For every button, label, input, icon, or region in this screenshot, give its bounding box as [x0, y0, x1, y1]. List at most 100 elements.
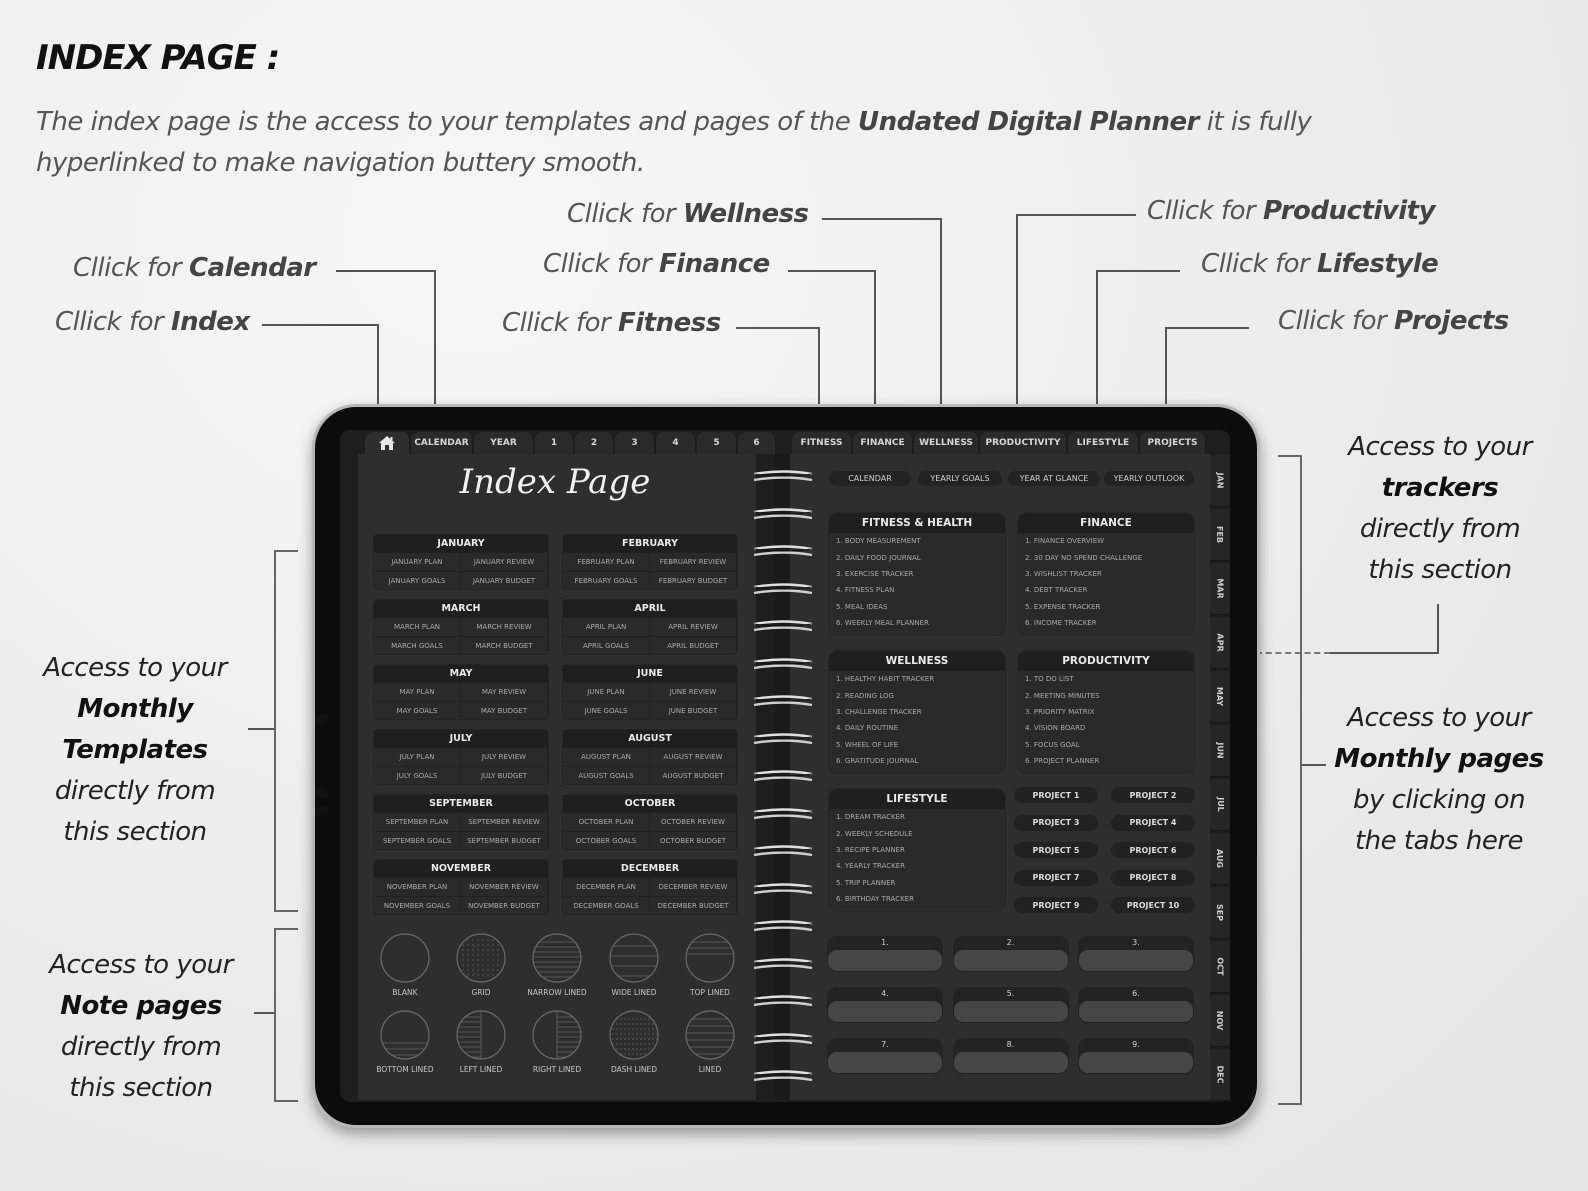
- tracker-header[interactable]: LIFESTYLE: [829, 789, 1005, 809]
- tracker-item[interactable]: 3. PRIORITY MATRIX: [1018, 704, 1194, 720]
- tracker-item[interactable]: 6. WEEKLY MEAL PLANNER: [829, 615, 1005, 631]
- month-link[interactable]: MARCH GOALS: [374, 636, 461, 654]
- note-template-narrow[interactable]: NARROW LINED: [522, 932, 592, 997]
- tracker-item[interactable]: 5. MEAL IDEAS: [829, 599, 1005, 615]
- tracker-item[interactable]: 5. EXPENSE TRACKER: [1018, 599, 1194, 615]
- month-link[interactable]: OCTOBER BUDGET: [650, 831, 737, 849]
- tab-calendar[interactable]: CALENDAR: [411, 432, 473, 454]
- quick-link-yearly-goals[interactable]: YEARLY GOALS: [918, 471, 1002, 486]
- note-template-blank[interactable]: BLANK: [370, 932, 440, 997]
- tracker-header[interactable]: PRODUCTIVITY: [1018, 651, 1194, 671]
- month-link[interactable]: MARCH BUDGET: [461, 636, 548, 654]
- project-button[interactable]: PROJECT 4: [1111, 814, 1195, 831]
- month-tab-apr[interactable]: APR: [1210, 617, 1230, 669]
- tracker-item[interactable]: 3. RECIPE PLANNER: [829, 842, 1005, 858]
- quick-slot[interactable]: 9.: [1078, 1038, 1194, 1074]
- tracker-item[interactable]: 4. VISION BOARD: [1018, 720, 1194, 736]
- quick-slot[interactable]: 5.: [952, 987, 1069, 1023]
- tracker-item[interactable]: 1. FINANCE OVERVIEW: [1018, 533, 1194, 549]
- tracker-item[interactable]: 4. FITNESS PLAN: [829, 582, 1005, 598]
- month-link[interactable]: MAY PLAN: [374, 682, 461, 701]
- tracker-item[interactable]: 5. WHEEL OF LIFE: [829, 737, 1005, 753]
- slot-field[interactable]: [828, 1001, 942, 1022]
- month-link[interactable]: FEBRUARY REVIEW: [650, 552, 737, 571]
- month-tab-nov[interactable]: NOV: [1210, 995, 1230, 1047]
- tracker-item[interactable]: 2. WEEKLY SCHEDULE: [829, 825, 1005, 841]
- tab-year[interactable]: YEAR: [474, 432, 534, 454]
- tab-6[interactable]: 6: [738, 432, 776, 454]
- slot-field[interactable]: [953, 1001, 1068, 1022]
- project-button[interactable]: PROJECT 6: [1111, 842, 1195, 858]
- month-link[interactable]: DECEMBER PLAN: [563, 877, 650, 896]
- slot-field[interactable]: [828, 1052, 942, 1073]
- month-link[interactable]: AUGUST PLAN: [563, 747, 650, 766]
- note-template-grid[interactable]: GRID: [446, 932, 516, 997]
- month-tab-jun[interactable]: JUN: [1210, 725, 1230, 777]
- month-link[interactable]: NOVEMBER REVIEW: [461, 877, 548, 896]
- tracker-item[interactable]: 5. FOCUS GOAL: [1018, 737, 1194, 753]
- month-link[interactable]: JANUARY REVIEW: [461, 552, 548, 571]
- tracker-header[interactable]: WELLNESS: [829, 651, 1005, 671]
- month-tab-may[interactable]: MAY: [1210, 671, 1230, 723]
- month-link[interactable]: NOVEMBER PLAN: [374, 877, 461, 896]
- month-tab-feb[interactable]: FEB: [1210, 509, 1230, 561]
- quick-slot[interactable]: 3.: [1078, 936, 1194, 972]
- tracker-item[interactable]: 6. INCOME TRACKER: [1018, 615, 1194, 631]
- tracker-item[interactable]: 6. BIRTHDAY TRACKER: [829, 891, 1005, 907]
- month-tab-dec[interactable]: DEC: [1210, 1049, 1230, 1101]
- tracker-item[interactable]: 2. READING LOG: [829, 687, 1005, 703]
- tracker-item[interactable]: 5. TRIP PLANNER: [829, 875, 1005, 891]
- note-template-wide[interactable]: WIDE LINED: [599, 932, 669, 997]
- month-link[interactable]: FEBRUARY PLAN: [563, 552, 650, 571]
- note-template-lined[interactable]: LINED: [675, 1009, 745, 1074]
- tab-3[interactable]: 3: [615, 432, 655, 454]
- month-link[interactable]: MAY GOALS: [374, 701, 461, 719]
- quick-slot[interactable]: 2.: [952, 936, 1069, 972]
- tracker-item[interactable]: 2. 30 DAY NO SPEND CHALLENGE: [1018, 549, 1194, 565]
- tracker-item[interactable]: 2. DAILY FOOD JOURNAL: [829, 549, 1005, 565]
- month-link[interactable]: FEBRUARY BUDGET: [650, 571, 737, 589]
- month-tab-oct[interactable]: OCT: [1210, 941, 1230, 993]
- project-button[interactable]: PROJECT 7: [1014, 869, 1098, 886]
- quick-slot[interactable]: 7.: [827, 1038, 943, 1074]
- month-tab-mar[interactable]: MAR: [1210, 563, 1230, 615]
- month-link[interactable]: DECEMBER BUDGET: [650, 896, 737, 914]
- slot-field[interactable]: [953, 950, 1068, 971]
- month-link[interactable]: SEPTEMBER PLAN: [374, 812, 461, 831]
- tab-finance[interactable]: FINANCE: [853, 432, 913, 454]
- month-link[interactable]: JANUARY PLAN: [374, 552, 461, 571]
- month-link[interactable]: APRIL GOALS: [563, 636, 650, 654]
- month-tab-jan[interactable]: JAN: [1210, 455, 1230, 507]
- month-link[interactable]: AUGUST BUDGET: [650, 766, 737, 784]
- month-link[interactable]: AUGUST REVIEW: [650, 747, 737, 766]
- quick-slot[interactable]: 6.: [1078, 987, 1194, 1023]
- month-link[interactable]: FEBRUARY GOALS: [563, 571, 650, 589]
- project-button[interactable]: PROJECT 9: [1014, 897, 1098, 913]
- note-template-dash[interactable]: DASH LINED: [599, 1009, 669, 1074]
- month-link[interactable]: MAY BUDGET: [461, 701, 548, 719]
- tracker-item[interactable]: 4. YEARLY TRACKER: [829, 858, 1005, 874]
- tab-productivity[interactable]: PRODUCTIVITY: [980, 432, 1067, 454]
- quick-link-year-at-glance[interactable]: YEAR AT GLANCE: [1008, 471, 1100, 486]
- tracker-header[interactable]: FINANCE: [1018, 513, 1194, 533]
- month-link[interactable]: OCTOBER PLAN: [563, 812, 650, 831]
- month-link[interactable]: SEPTEMBER GOALS: [374, 831, 461, 849]
- month-link[interactable]: JUNE REVIEW: [650, 682, 737, 701]
- month-link[interactable]: APRIL REVIEW: [650, 617, 737, 636]
- month-link[interactable]: DECEMBER REVIEW: [650, 877, 737, 896]
- quick-slot[interactable]: 8.: [952, 1038, 1069, 1074]
- slot-field[interactable]: [828, 950, 942, 971]
- tracker-header[interactable]: FITNESS & HEALTH: [829, 513, 1005, 533]
- month-link[interactable]: NOVEMBER GOALS: [374, 896, 461, 914]
- tracker-item[interactable]: 1. HEALTHY HABIT TRACKER: [829, 671, 1005, 687]
- project-button[interactable]: PROJECT 5: [1014, 842, 1098, 858]
- tracker-item[interactable]: 6. PROJECT PLANNER: [1018, 753, 1194, 769]
- project-button[interactable]: PROJECT 2: [1111, 787, 1195, 803]
- tab-4[interactable]: 4: [656, 432, 696, 454]
- month-link[interactable]: JANUARY BUDGET: [461, 571, 548, 589]
- tab-home[interactable]: [365, 432, 410, 454]
- tab-2[interactable]: 2: [575, 432, 614, 454]
- slot-field[interactable]: [1079, 950, 1193, 971]
- month-link[interactable]: MARCH REVIEW: [461, 617, 548, 636]
- note-template-right[interactable]: RIGHT LINED: [522, 1009, 592, 1074]
